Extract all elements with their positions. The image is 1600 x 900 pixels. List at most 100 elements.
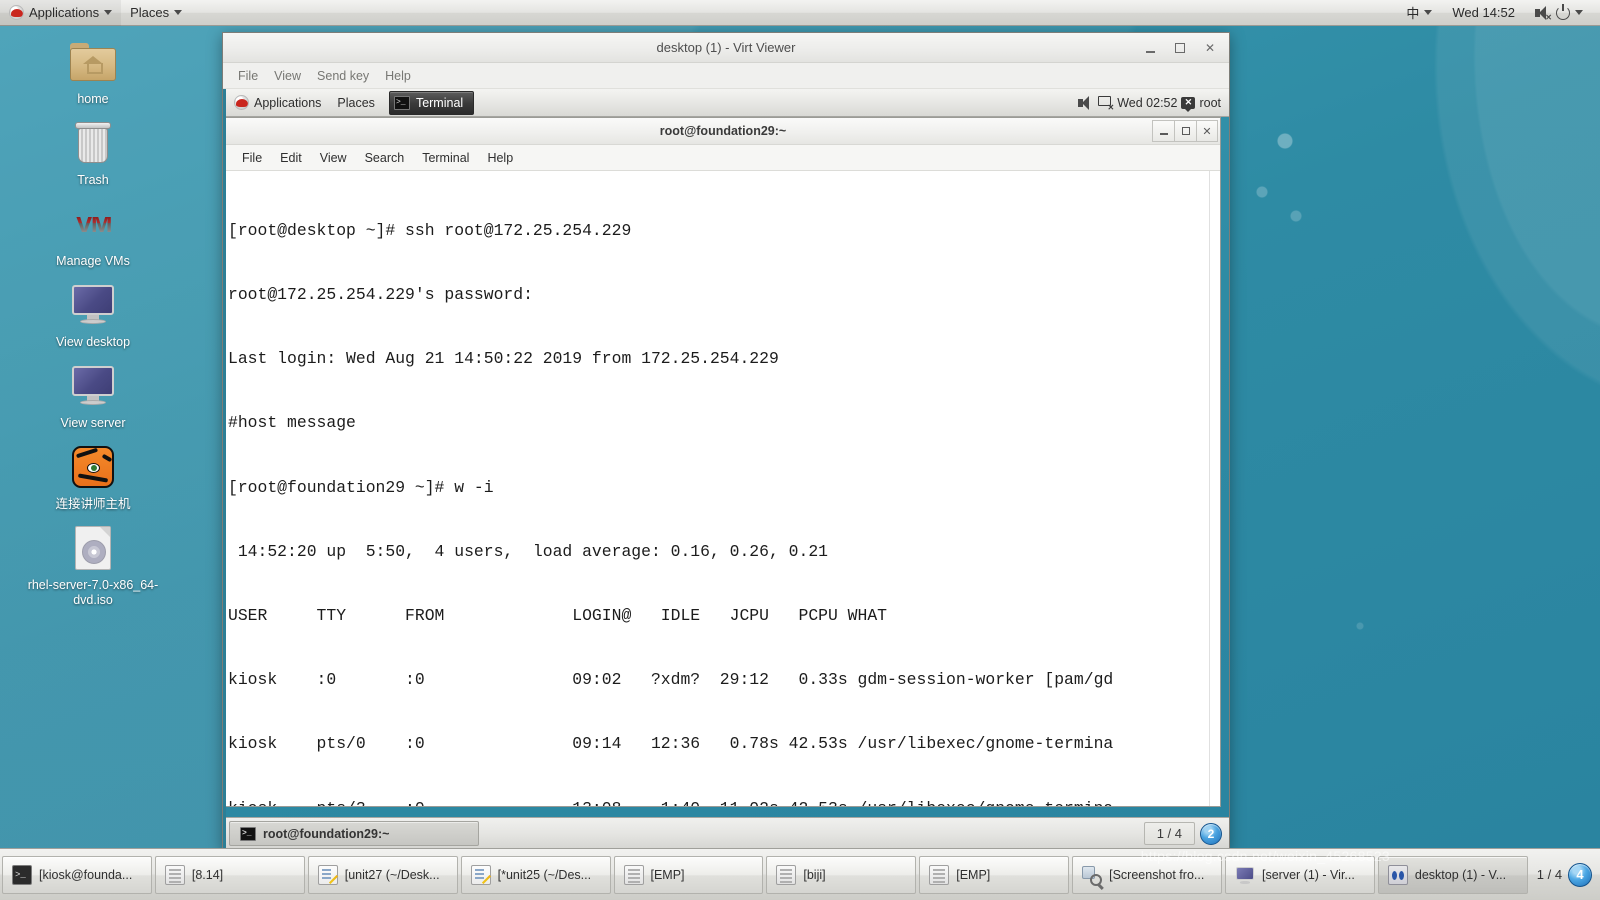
- host-system-menu[interactable]: ✕: [1526, 0, 1592, 26]
- desktop-icon-view-server[interactable]: View server: [8, 360, 178, 431]
- guest-workspace-count[interactable]: 1 / 4: [1143, 822, 1195, 845]
- term-menu-help[interactable]: Help: [479, 148, 521, 168]
- terminal-window: root@foundation29:~ ✕ File Edit View Sea…: [226, 117, 1221, 807]
- host-clock[interactable]: Wed 14:52: [1443, 0, 1524, 26]
- w-table-row: kiosk pts/3 :0 13:08 1:40 11.02s 42.53s …: [228, 798, 1209, 806]
- terminal-line: #host message: [228, 413, 356, 433]
- maximize-button[interactable]: [1173, 41, 1187, 55]
- text-editor-icon: [470, 864, 491, 885]
- guest-applications-menu[interactable]: Applications: [226, 89, 329, 117]
- term-menu-view[interactable]: View: [312, 148, 355, 168]
- host-places-menu[interactable]: Places: [121, 0, 191, 26]
- desktop-icon-label: 连接讲师主机: [55, 497, 131, 511]
- desktop-icon-connect-instructor[interactable]: 连接讲师主机: [8, 441, 178, 512]
- host-applications-label: Applications: [29, 5, 100, 20]
- vv-menu-file[interactable]: File: [231, 67, 265, 85]
- desktop-icon-trash[interactable]: Trash: [8, 117, 178, 188]
- taskbar-item-814[interactable]: [8.14]: [154, 855, 305, 894]
- host-workspace-badge[interactable]: 4: [1568, 862, 1593, 887]
- terminal-window-controls: ✕: [1152, 120, 1218, 142]
- taskbar-item-screenshot[interactable]: [Screenshot fro...: [1072, 855, 1222, 894]
- virt-viewer-title: desktop (1) - Virt Viewer: [656, 40, 796, 55]
- iso-disc-icon: [8, 522, 178, 574]
- taskbar-item-kiosk-terminal[interactable]: >_ [kiosk@founda...: [2, 855, 152, 894]
- wallpaper-swoosh: [1270, 26, 1600, 586]
- guest-screen[interactable]: Applications Places >_ Terminal ✕ Wed 02…: [223, 89, 1229, 849]
- terminal-icon: >_: [12, 864, 32, 885]
- volume-icon[interactable]: [1078, 95, 1094, 110]
- taskbar-item-label: [EMP]: [956, 867, 991, 882]
- chevron-down-icon: [104, 10, 113, 15]
- chevron-down-icon: [174, 10, 183, 15]
- guest-workspace-pager: 1 / 4 2: [1143, 822, 1226, 845]
- terminal-icon: >_: [393, 95, 410, 110]
- term-menu-file[interactable]: File: [234, 148, 270, 168]
- network-disconnected-icon[interactable]: ✕: [1098, 96, 1114, 112]
- vv-menu-send-key[interactable]: Send key: [310, 67, 376, 85]
- guest-places-menu[interactable]: Places: [329, 89, 383, 117]
- terminal-scrollbar-thumb[interactable]: [1212, 172, 1218, 352]
- term-menu-edit[interactable]: Edit: [272, 148, 310, 168]
- taskbar-item-label: desktop (1) - V...: [1414, 867, 1507, 882]
- host-top-panel-tray: 中 Wed 14:52 ✕: [1397, 0, 1600, 26]
- terminal-minimize-button[interactable]: [1152, 120, 1174, 142]
- screenshot-icon: [1082, 865, 1104, 890]
- taskbar-item-emp-1[interactable]: [EMP]: [613, 855, 764, 894]
- term-menu-terminal[interactable]: Terminal: [414, 148, 477, 168]
- taskbar-item-label: [biji]: [803, 867, 826, 882]
- terminal-line: [root@foundation29 ~]# w -i: [228, 477, 494, 497]
- desktop-icon-rhel-iso[interactable]: rhel-server-7.0-x86_64-dvd.iso: [8, 522, 178, 608]
- taskbar-item-label: [Screenshot fro...: [1109, 867, 1205, 882]
- vv-menu-view[interactable]: View: [267, 67, 308, 85]
- guest-window-task-terminal[interactable]: >_ Terminal: [388, 90, 475, 115]
- close-button[interactable]: ✕: [1203, 41, 1217, 55]
- guest-workspace-badge[interactable]: 2: [1200, 822, 1222, 845]
- terminal-close-button[interactable]: ✕: [1196, 120, 1218, 142]
- taskbar-item-unit27[interactable]: [unit27 (~/Desk...: [307, 855, 458, 894]
- virt-viewer-titlebar[interactable]: desktop (1) - Virt Viewer ✕: [223, 33, 1229, 63]
- vv-menu-help[interactable]: Help: [378, 67, 418, 85]
- taskbar-item-label: [unit27 (~/Desk...: [344, 867, 440, 882]
- desktop-icon-home[interactable]: home: [8, 36, 178, 107]
- chevron-down-icon: [1424, 10, 1433, 15]
- user-icon: ✕: [1181, 96, 1196, 112]
- host-workspace-count[interactable]: 1 / 4: [1537, 867, 1562, 882]
- virt-viewer-icon: [1387, 864, 1408, 885]
- host-applications-menu[interactable]: Applications: [0, 0, 122, 26]
- taskbar-item-emp-2[interactable]: [EMP]: [919, 855, 1070, 894]
- redhat-logo-icon: [234, 95, 249, 110]
- guest-window-task-label: Terminal: [415, 95, 464, 110]
- host-workspace-pager: 1 / 4 4: [1531, 862, 1598, 887]
- taskbar-item-unit25[interactable]: [*unit25 (~/Des...: [460, 855, 611, 894]
- taskbar-item-label: [*unit25 (~/Des...: [497, 867, 592, 882]
- close-icon: ✕: [1202, 125, 1212, 138]
- taskbar-item-desktop-virt-viewer[interactable]: desktop (1) - V...: [1377, 855, 1528, 894]
- tigervnc-icon: [8, 441, 178, 493]
- guest-user-label[interactable]: root: [1199, 96, 1221, 110]
- virt-viewer-window: desktop (1) - Virt Viewer ✕ File View Se…: [222, 32, 1230, 850]
- input-method-indicator[interactable]: 中: [1397, 0, 1441, 26]
- desktop-icon-view-desktop[interactable]: View desktop: [8, 279, 178, 350]
- taskbar-item-biji[interactable]: [biji]: [766, 855, 917, 894]
- monitor-icon: [8, 279, 178, 331]
- w-table-row: kiosk :0 :0 09:02 ?xdm? 29:12 0.33s gdm-…: [228, 670, 1114, 690]
- terminal-maximize-button[interactable]: [1174, 120, 1196, 142]
- guest-taskbar-item-terminal[interactable]: >_ root@foundation29:~: [229, 821, 479, 846]
- minimize-button[interactable]: [1143, 41, 1157, 55]
- trash-icon: [8, 117, 178, 169]
- power-icon: [1556, 3, 1570, 20]
- text-editor-icon: [317, 864, 338, 885]
- guest-clock-label[interactable]: Wed 02:52: [1117, 96, 1177, 110]
- terminal-titlebar[interactable]: root@foundation29:~ ✕: [226, 118, 1220, 145]
- desktop-icon-label: Trash: [77, 173, 109, 187]
- vm-manager-icon: VM: [75, 208, 113, 239]
- terminal-output[interactable]: [root@desktop ~]# ssh root@172.25.254.22…: [226, 171, 1209, 806]
- term-menu-search[interactable]: Search: [357, 148, 413, 168]
- terminal-title: root@foundation29:~: [659, 124, 787, 138]
- virt-viewer-window-controls: ✕: [1143, 33, 1225, 63]
- terminal-body[interactable]: [root@desktop ~]# ssh root@172.25.254.22…: [226, 171, 1220, 806]
- taskbar-item-server-virt-viewer[interactable]: [server (1) - Vir...: [1225, 855, 1375, 894]
- terminal-icon: >_: [240, 826, 256, 841]
- terminal-scrollbar[interactable]: [1209, 171, 1220, 806]
- desktop-icon-manage-vms[interactable]: VM Manage VMs: [8, 198, 178, 269]
